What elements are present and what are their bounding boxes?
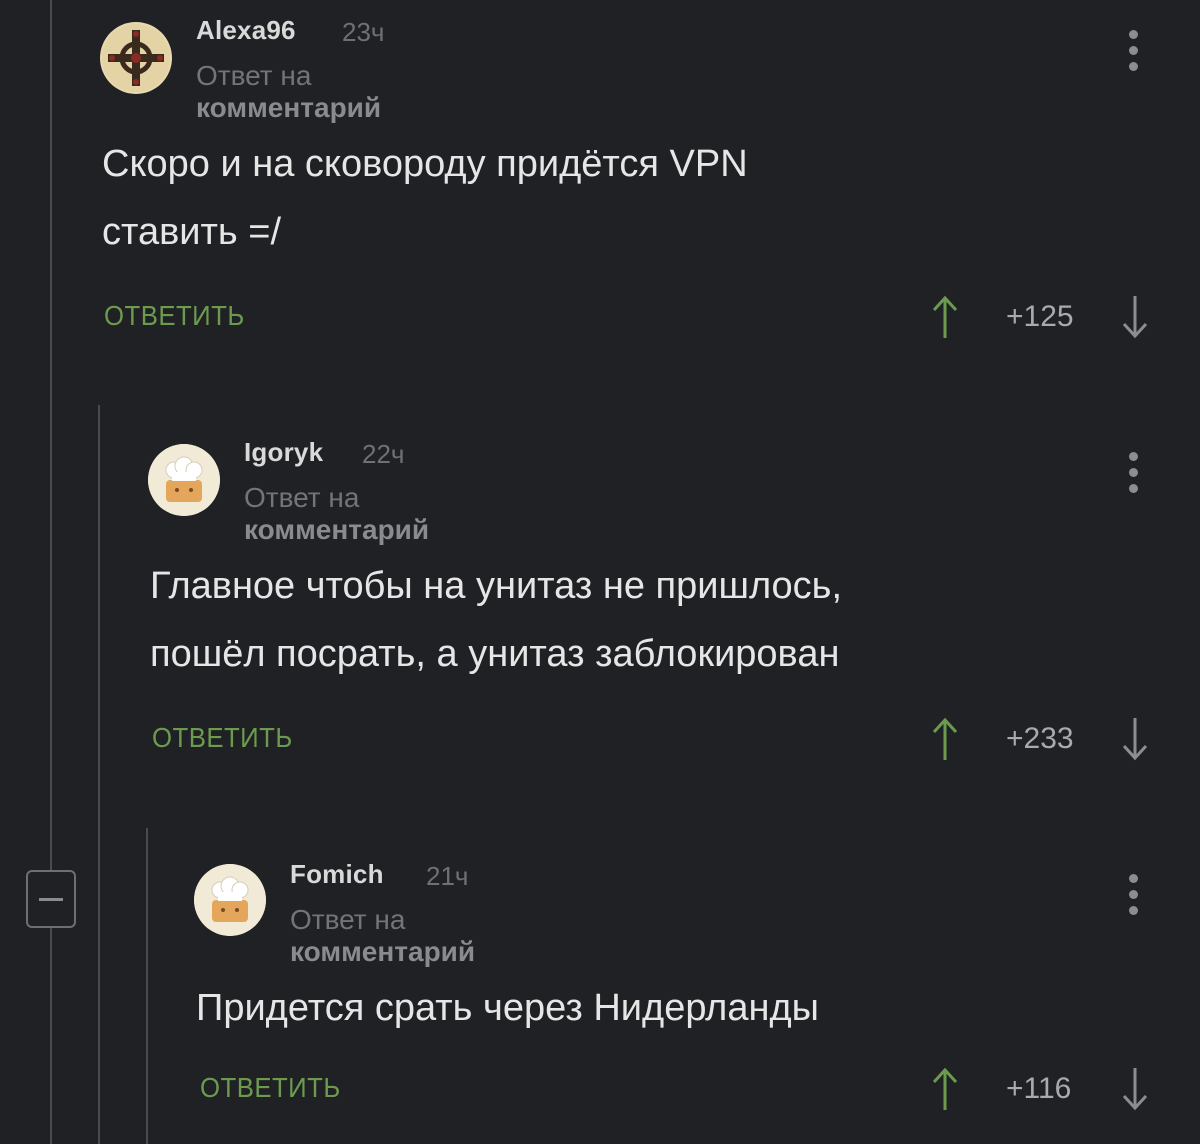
thread-line-level2 bbox=[98, 405, 100, 1144]
downvote-arrow-icon[interactable] bbox=[1120, 1064, 1150, 1114]
thread-line-outer-lower bbox=[50, 928, 52, 1144]
vote-controls: +125 bbox=[930, 292, 1160, 342]
reply-button[interactable]: ОТВЕТИТЬ bbox=[104, 300, 245, 332]
comment-time: 22ч bbox=[362, 439, 405, 469]
comment-menu-icon[interactable] bbox=[1124, 30, 1144, 80]
reply-to-link[interactable]: комментарий bbox=[290, 936, 475, 967]
comment-username[interactable]: Igoryk bbox=[244, 437, 323, 468]
comment-text-line: Главное чтобы на унитаз не пришлось, bbox=[150, 565, 843, 607]
comment-body: Придется срать через Нидерланды bbox=[196, 974, 819, 1042]
upvote-arrow-icon[interactable] bbox=[930, 714, 960, 764]
reply-to-line: Ответ на комментарий bbox=[290, 904, 475, 968]
comment-text-line: ставить =/ bbox=[102, 211, 282, 253]
upvote-arrow-icon[interactable] bbox=[930, 1064, 960, 1114]
vote-controls: +233 bbox=[930, 714, 1160, 764]
downvote-arrow-icon[interactable] bbox=[1120, 714, 1150, 764]
reply-button[interactable]: ОТВЕТИТЬ bbox=[152, 722, 293, 754]
vote-controls: +116 bbox=[930, 1064, 1160, 1114]
reply-to-line: Ответ на комментарий bbox=[244, 482, 429, 546]
chef-avatar-icon[interactable] bbox=[148, 444, 220, 516]
thread-line-level3 bbox=[146, 828, 148, 1144]
comment-thread: Alexa96 23ч Ответ на комментарий Скоро и… bbox=[0, 0, 1200, 1144]
reply-to-prefix: Ответ на bbox=[196, 60, 312, 91]
reply-to-prefix: Ответ на bbox=[290, 904, 406, 935]
downvote-arrow-icon[interactable] bbox=[1120, 292, 1150, 342]
comment-text-line: Скоро и на сковороду придётся VPN bbox=[102, 143, 748, 185]
thread-line-outer bbox=[50, 0, 52, 870]
collapse-thread-button[interactable] bbox=[26, 870, 76, 928]
comment-menu-icon[interactable] bbox=[1124, 874, 1144, 924]
comment-text-line: пошёл посрать, а унитаз заблокирован bbox=[150, 633, 840, 675]
comment-time: 21ч bbox=[426, 861, 469, 891]
reply-to-line: Ответ на комментарий bbox=[196, 60, 381, 124]
upvote-arrow-icon[interactable] bbox=[930, 292, 960, 342]
celtic-cross-avatar-icon[interactable] bbox=[100, 22, 172, 94]
comment-time: 23ч bbox=[342, 17, 385, 47]
comment-body: Главное чтобы на унитаз не пришлось, пош… bbox=[150, 552, 842, 688]
reply-button[interactable]: ОТВЕТИТЬ bbox=[200, 1072, 341, 1104]
chef-avatar-icon[interactable] bbox=[194, 864, 266, 936]
minus-icon bbox=[39, 898, 63, 901]
reply-to-prefix: Ответ на bbox=[244, 482, 360, 513]
comment-score: +125 bbox=[1006, 300, 1074, 333]
comment-text-line: Придется срать через Нидерланды bbox=[196, 987, 819, 1029]
comment-body: Скоро и на сковороду придётся VPN ставит… bbox=[102, 130, 748, 266]
comment-score: +116 bbox=[1006, 1072, 1072, 1105]
reply-to-link[interactable]: комментарий bbox=[244, 514, 429, 545]
comment-menu-icon[interactable] bbox=[1124, 452, 1144, 502]
comment-username[interactable]: Alexa96 bbox=[196, 15, 296, 46]
comment-username[interactable]: Fomich bbox=[290, 859, 384, 890]
comment-score: +233 bbox=[1006, 722, 1074, 755]
reply-to-link[interactable]: комментарий bbox=[196, 92, 381, 123]
